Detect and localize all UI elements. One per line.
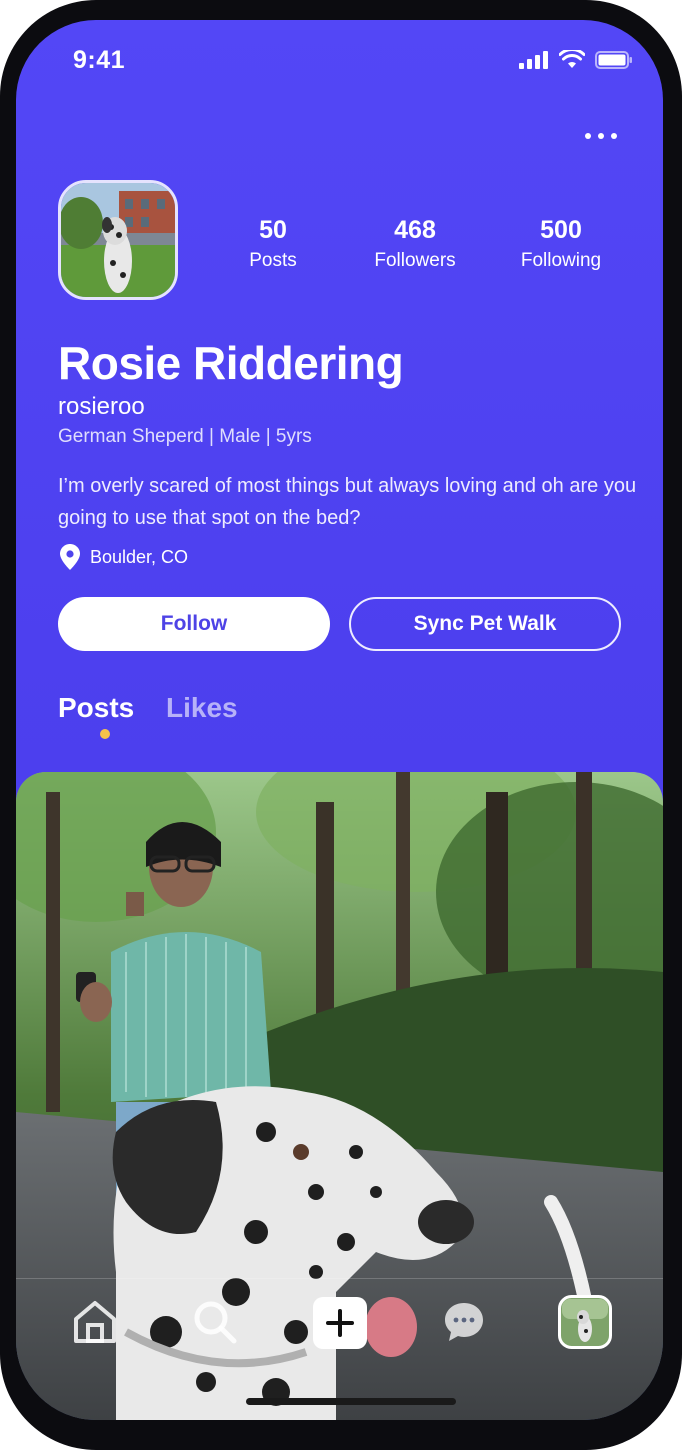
messages-tab[interactable] [443,1301,485,1348]
stat-label: Followers [374,250,456,271]
stat-label: Posts [249,250,297,271]
profile-tab[interactable] [558,1295,612,1354]
stat-posts[interactable]: 50 Posts [213,216,333,274]
messages-icon [445,1303,483,1341]
location-pin-icon [60,544,80,570]
phone-frame: 9:41 50 Posts 468 Followers 500 Followin… [0,0,682,1450]
add-post-button[interactable] [313,1297,367,1354]
tab-likes[interactable]: Likes [166,692,238,724]
profile-bio: I’m overly scared of most things but alw… [58,475,637,529]
follow-button[interactable]: Follow [58,597,330,651]
home-indicator[interactable] [246,1398,456,1405]
profile-screen: 9:41 50 Posts 468 Followers 500 Followin… [16,20,663,1420]
add-post-icon [313,1297,367,1349]
stat-following[interactable]: 500 Following [501,216,621,274]
more-dot-icon [611,133,617,139]
stat-value: 50 [259,216,287,244]
profile-handle: rosieroo [58,393,145,420]
battery-icon [595,50,632,69]
profile-avatar[interactable] [58,180,178,300]
stat-value: 500 [540,216,582,244]
search-tab[interactable] [192,1299,238,1350]
more-dot-icon [585,133,591,139]
avatar-photo [61,183,175,297]
search-icon [194,1301,237,1344]
status-icons [519,50,633,69]
location-label: Boulder, CO [90,546,189,567]
active-tab-indicator [100,729,110,739]
profile-location: Boulder, CO [60,544,188,570]
stat-value: 468 [394,216,436,244]
home-icon [74,1301,116,1343]
profile-name: Rosie Riddering [58,337,404,389]
stat-followers[interactable]: 468 Followers [355,216,475,274]
wifi-icon [559,50,585,68]
signal-icon [519,50,548,69]
status-time: 9:41 [73,46,126,74]
tab-posts[interactable]: Posts [58,692,134,724]
more-dot-icon [598,133,604,139]
home-tab[interactable] [72,1299,118,1348]
more-options-button[interactable] [585,124,617,148]
sync-pet-walk-button[interactable]: Sync Pet Walk [349,597,621,651]
profile-avatar [558,1295,612,1349]
stat-label: Following [520,250,602,271]
pet-details: German Sheperd | Male | 5yrs [58,426,312,447]
